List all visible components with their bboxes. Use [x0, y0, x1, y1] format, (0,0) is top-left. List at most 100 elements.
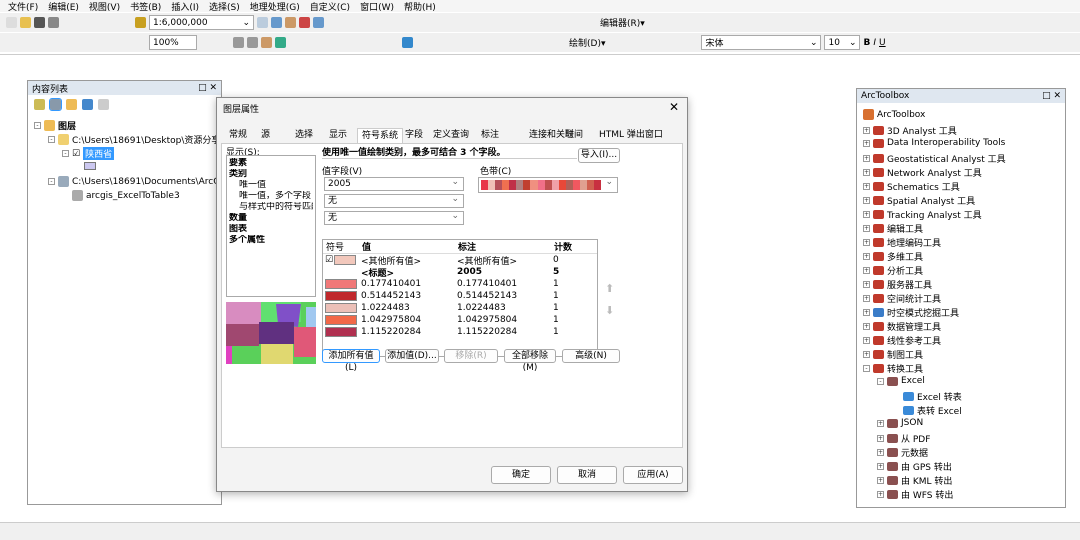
expand-icon[interactable]: + [863, 225, 870, 232]
font-size-combo[interactable]: 10 ⌄ [824, 35, 861, 50]
menu-item[interactable]: 自定义(C) [310, 0, 350, 13]
table-row[interactable]: ☑ <其他所有值> <其他所有值> 0 [323, 254, 597, 267]
column-header[interactable]: 标注 [455, 240, 551, 253]
toolbox-item[interactable]: + Network Analyst 工具 [863, 166, 982, 179]
menu-item[interactable]: 帮助(H) [404, 0, 436, 13]
arctoolbox-icon[interactable] [299, 17, 310, 28]
table-row[interactable]: 1.115220284 1.115220284 1 [323, 326, 597, 338]
editor-menu[interactable]: 编辑器(R)▾ [600, 16, 645, 29]
collapse-icon[interactable]: - [34, 122, 41, 129]
menu-item[interactable]: 视图(V) [89, 0, 120, 13]
toolbox-item[interactable]: 表转 Excel [903, 404, 962, 417]
expand-icon[interactable]: + [863, 183, 870, 190]
list-by-selection-icon[interactable] [82, 99, 93, 110]
expand-icon[interactable]: + [863, 267, 870, 274]
tab[interactable]: 选择 [291, 128, 317, 143]
toolbox-item[interactable]: - Excel [877, 376, 925, 386]
menu-item[interactable]: 地理处理(G) [250, 0, 300, 13]
toolbox-item[interactable]: + 元数据 [877, 446, 928, 459]
symbol-cell[interactable] [323, 327, 359, 337]
toolbox-item[interactable]: + Tracking Analyst 工具 [863, 208, 982, 221]
toolbox-item[interactable]: + 线性参考工具 [863, 334, 941, 347]
collapse-icon[interactable]: - [48, 136, 55, 143]
toolbox-item[interactable]: + 数据管理工具 [863, 320, 941, 333]
value-field-2-select[interactable]: 无 [324, 193, 464, 208]
collapse-icon[interactable]: - [877, 377, 884, 385]
symbol-cell[interactable] [323, 291, 359, 301]
apply-button[interactable]: 应用(A) [623, 466, 683, 484]
save-icon[interactable] [34, 17, 45, 28]
options-icon[interactable] [98, 99, 109, 110]
expand-icon[interactable]: + [863, 281, 870, 288]
symbol-cell[interactable] [323, 315, 359, 325]
font-combo[interactable]: 宋体 ⌄ [701, 35, 822, 50]
symbol-swatch[interactable] [325, 327, 357, 337]
catalog-icon[interactable] [285, 17, 296, 28]
list-by-visibility-icon[interactable] [66, 99, 77, 110]
collapse-icon[interactable]: - [62, 150, 69, 157]
checkbox[interactable]: ☑ [325, 255, 333, 265]
expand-icon[interactable]: + [877, 491, 884, 498]
expand-icon[interactable]: + [863, 323, 870, 330]
symbol-swatch[interactable] [325, 279, 357, 289]
pan-icon[interactable] [261, 37, 272, 48]
expand-icon[interactable]: + [863, 351, 870, 358]
tree-item[interactable]: 与样式中的符号匹配 [229, 202, 313, 213]
tab[interactable]: 时间 [561, 128, 587, 143]
list-by-source-icon[interactable] [49, 98, 62, 111]
list-by-drawing-order-icon[interactable] [34, 99, 45, 110]
add-values-button[interactable]: 添加值(D)... [385, 349, 439, 363]
symbol-swatch[interactable] [325, 315, 357, 325]
toolbox-item[interactable]: + 编辑工具 [863, 222, 923, 235]
python-icon[interactable] [313, 17, 324, 28]
toolbox-item[interactable]: + JSON [877, 418, 923, 428]
editor-toolbar-icon[interactable] [257, 17, 268, 28]
expand-icon[interactable]: + [863, 211, 870, 218]
toolbox-item[interactable]: - 转换工具 [863, 362, 923, 375]
toolbox-item[interactable]: + Schematics 工具 [863, 180, 960, 193]
menu-item[interactable]: 选择(S) [209, 0, 240, 13]
tab[interactable]: 标注 [477, 128, 503, 143]
toc-icon[interactable] [271, 17, 282, 28]
tree-item[interactable]: 类别 [229, 169, 313, 180]
toolbox-item[interactable]: + 分析工具 [863, 264, 923, 277]
identify-icon[interactable] [402, 37, 413, 48]
zoom-combo[interactable]: 100% [149, 35, 197, 50]
close-icon[interactable]: ✕ [669, 100, 679, 114]
close-icon[interactable]: □ ✕ [198, 83, 217, 93]
collapse-icon[interactable]: - [48, 178, 55, 185]
color-ramp-select[interactable] [478, 176, 618, 193]
column-header[interactable]: 符号 [323, 240, 359, 253]
tab[interactable]: 常规 [225, 128, 251, 143]
zoom-in-icon[interactable] [233, 37, 244, 48]
table-row[interactable]: 1.042975804 1.042975804 1 [323, 314, 597, 326]
expand-icon[interactable]: + [877, 463, 884, 470]
draw-menu[interactable]: 绘制(D)▾ [569, 36, 605, 49]
toolbox-item[interactable]: + 时空模式挖掘工具 [863, 306, 959, 319]
move-down-icon[interactable]: ⬇ [605, 304, 614, 317]
tree-item[interactable]: 唯一值 [229, 180, 313, 191]
layer-symbol[interactable] [84, 162, 96, 170]
expand-icon[interactable]: + [863, 253, 870, 260]
toolbox-item[interactable]: Excel 转表 [903, 390, 962, 403]
expand-icon[interactable]: + [863, 197, 870, 204]
tab[interactable]: 显示 [325, 128, 351, 143]
expand-icon[interactable]: + [863, 127, 870, 134]
bold-button[interactable]: B [863, 38, 870, 48]
symbol-swatch[interactable] [325, 303, 357, 313]
new-icon[interactable] [6, 17, 17, 28]
menu-item[interactable]: 书签(B) [130, 0, 161, 13]
expand-icon[interactable]: + [877, 435, 884, 442]
advanced-button[interactable]: 高级(N) [562, 349, 620, 363]
close-icon[interactable]: □ ✕ [1042, 91, 1061, 101]
expand-icon[interactable]: + [863, 139, 870, 147]
layer-visibility-checkbox[interactable]: ☑ [72, 149, 80, 159]
table-row[interactable]: 0.514452143 0.514452143 1 [323, 290, 597, 302]
remove-button[interactable]: 移除(R) [444, 349, 498, 363]
add-data-icon[interactable] [135, 17, 146, 28]
toolbox-item[interactable]: + Data Interoperability Tools [863, 138, 1005, 148]
symbol-cell[interactable] [323, 279, 359, 289]
toolbox-item[interactable]: + 地理编码工具 [863, 236, 941, 249]
zoom-out-icon[interactable] [247, 37, 258, 48]
expand-icon[interactable]: + [863, 337, 870, 344]
